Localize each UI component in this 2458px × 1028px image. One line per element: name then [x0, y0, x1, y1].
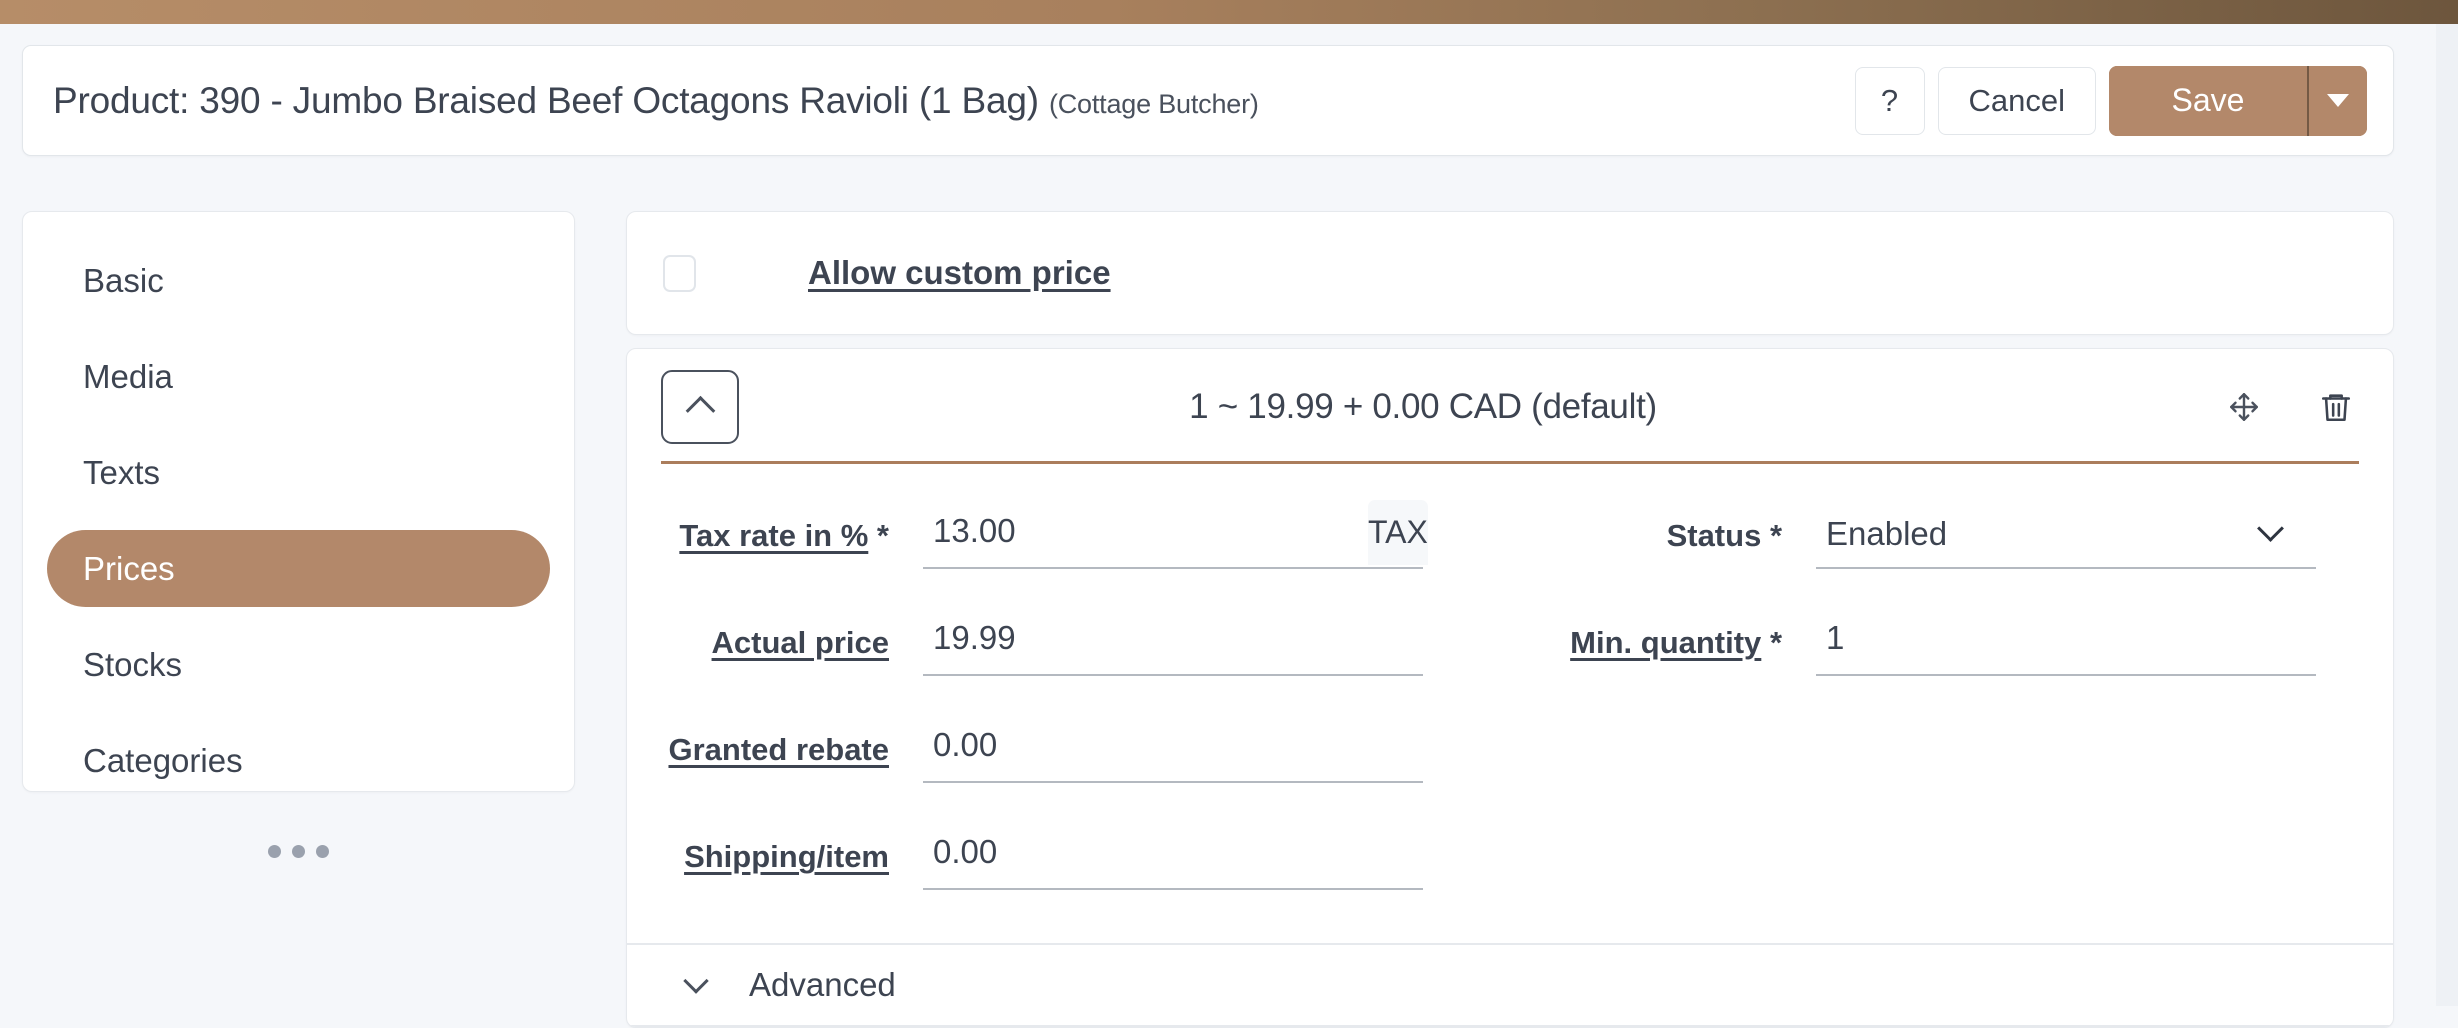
min-quantity-required-mark: *	[1769, 625, 1783, 660]
sidebar-item-texts[interactable]: Texts	[47, 434, 550, 511]
min-quantity-control	[1816, 607, 2317, 676]
shipping-item-input-wrap	[923, 821, 1423, 890]
status-label-text: Status	[1666, 518, 1762, 553]
advanced-label: Advanced	[749, 966, 896, 1003]
price-panel-actions	[2227, 390, 2353, 424]
min-quantity-input[interactable]	[1816, 607, 2317, 674]
price-entry-panel: 1 ~ 19.99 + 0.00 CAD (default) Tax rate …	[626, 348, 2394, 1028]
ellipsis-icon-dot	[316, 845, 329, 858]
chevron-down-icon	[683, 967, 709, 994]
allow-custom-price-label[interactable]: Allow custom price	[808, 254, 1111, 292]
price-panel-title: 1 ~ 19.99 + 0.00 CAD (default)	[1189, 386, 1657, 426]
shipping-item-label: Shipping/item	[661, 821, 889, 875]
price-form-left-column: Tax rate in % * TAX Actual price	[627, 500, 1510, 926]
min-quantity-label-text[interactable]: Min. quantity	[1570, 625, 1761, 660]
sidebar-item-stocks[interactable]: Stocks	[47, 626, 550, 703]
sidebar-item-basic[interactable]: Basic	[47, 242, 550, 319]
actual-price-input-wrap	[923, 607, 1423, 676]
save-button-group: Save	[2109, 65, 2367, 136]
page-title-main: Product: 390 - Jumbo Braised Beef Octago…	[53, 79, 1039, 121]
field-shipping-item: Shipping/item	[661, 821, 1510, 928]
price-form: Tax rate in % * TAX Actual price	[627, 464, 2393, 926]
price-form-right-column: Status * Enabled Min. quantity *	[1510, 500, 2393, 926]
sidebar-item-label: Categories	[83, 741, 243, 779]
min-quantity-label: Min. quantity *	[1510, 607, 1782, 661]
status-label: Status *	[1510, 500, 1782, 554]
status-select[interactable]: Enabled	[1816, 500, 2317, 569]
tax-rate-required-mark: *	[876, 518, 889, 553]
sidebar-item-label: Stocks	[83, 645, 183, 683]
field-status: Status * Enabled	[1510, 500, 2393, 607]
trash-icon[interactable]	[2319, 390, 2353, 424]
help-button[interactable]: ?	[1854, 66, 1925, 135]
page-title-vendor: (Cottage Butcher)	[1048, 88, 1259, 119]
granted-rebate-control	[923, 714, 1423, 783]
sidebar: Basic Media Texts Prices Stocks Categori…	[22, 211, 575, 792]
granted-rebate-input-wrap	[923, 714, 1423, 783]
actual-price-control	[923, 607, 1423, 676]
sidebar-more-button[interactable]	[22, 845, 575, 858]
field-actual-price: Actual price	[661, 607, 1510, 714]
granted-rebate-input[interactable]	[923, 714, 1423, 781]
save-button[interactable]: Save	[2109, 65, 2307, 136]
save-divider	[2307, 65, 2309, 136]
cancel-button[interactable]: Cancel	[1937, 66, 2096, 135]
ellipsis-icon-dot	[268, 845, 281, 858]
allow-custom-price-checkbox[interactable]	[663, 254, 696, 292]
sidebar-item-label: Basic	[83, 261, 164, 299]
field-granted-rebate: Granted rebate	[661, 714, 1510, 821]
save-options-button[interactable]	[2309, 65, 2367, 136]
chevron-down-icon	[2257, 515, 2284, 542]
actual-price-label: Actual price	[661, 607, 889, 661]
sidebar-item-categories[interactable]: Categories	[47, 722, 550, 799]
sidebar-item-prices[interactable]: Prices	[47, 530, 550, 607]
sidebar-item-label: Texts	[83, 453, 161, 491]
tax-suffix-badge: TAX	[1368, 500, 1428, 565]
shipping-item-control	[923, 821, 1423, 890]
status-required-mark: *	[1769, 518, 1783, 553]
sidebar-item-label: Media	[83, 357, 173, 395]
tax-rate-label: Tax rate in % *	[661, 500, 889, 554]
advanced-section-toggle[interactable]: Advanced	[627, 943, 2393, 1027]
field-tax-rate: Tax rate in % * TAX	[661, 500, 1510, 607]
status-control: Enabled	[1816, 500, 2317, 569]
collapse-price-button[interactable]	[661, 369, 739, 444]
page-scroll-gutter[interactable]	[2436, 24, 2458, 1006]
field-min-quantity: Min. quantity *	[1510, 607, 2393, 714]
shipping-item-label-text[interactable]: Shipping/item	[684, 839, 889, 874]
allow-custom-price-card: Allow custom price	[626, 211, 2394, 335]
sidebar-item-label: Prices	[83, 549, 175, 587]
tax-rate-control: TAX	[923, 500, 1428, 569]
granted-rebate-label-text[interactable]: Granted rebate	[668, 732, 889, 767]
page-title: Product: 390 - Jumbo Braised Beef Octago…	[53, 80, 1855, 122]
page-header: Product: 390 - Jumbo Braised Beef Octago…	[22, 45, 2394, 156]
chevron-down-icon	[2327, 94, 2349, 107]
header-actions: ? Cancel Save	[1854, 65, 2367, 136]
ellipsis-icon-dot	[292, 845, 305, 858]
tax-rate-input-wrap: TAX	[923, 500, 1428, 569]
chevron-up-icon	[685, 395, 715, 426]
tax-rate-input[interactable]	[923, 500, 1368, 567]
granted-rebate-label: Granted rebate	[661, 714, 889, 768]
price-panel-header: 1 ~ 19.99 + 0.00 CAD (default)	[627, 349, 2393, 464]
actual-price-input[interactable]	[923, 607, 1423, 674]
tax-rate-label-text[interactable]: Tax rate in %	[679, 518, 868, 553]
top-accent-bar	[0, 0, 2458, 24]
status-selected-value: Enabled	[1826, 514, 1948, 552]
min-quantity-input-wrap	[1816, 607, 2317, 676]
shipping-item-input[interactable]	[923, 821, 1423, 888]
actual-price-label-text[interactable]: Actual price	[712, 625, 889, 660]
move-arrows-icon[interactable]	[2227, 390, 2261, 424]
sidebar-item-media[interactable]: Media	[47, 338, 550, 415]
